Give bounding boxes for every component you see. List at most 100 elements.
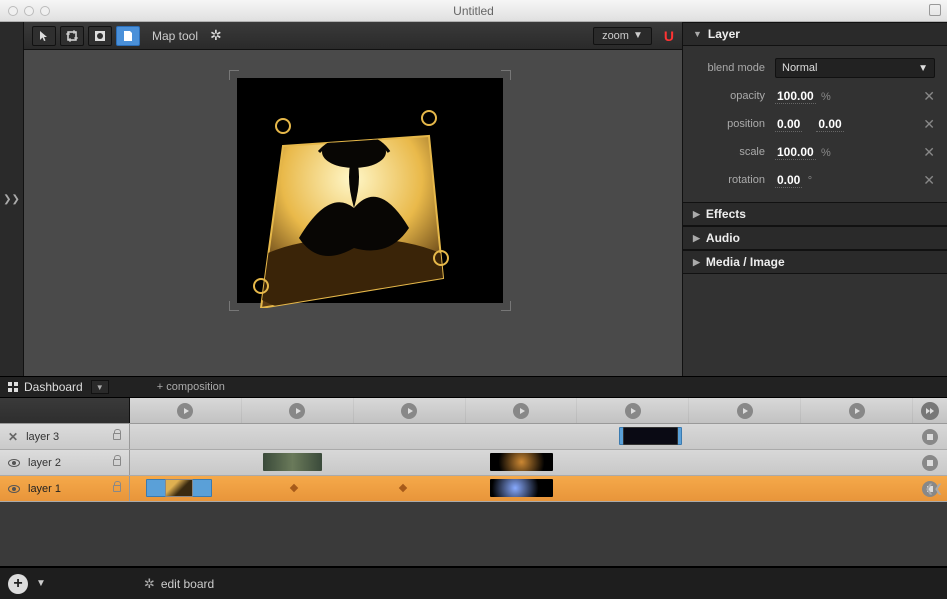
lock-icon[interactable] [113,459,121,466]
window-proxy-icon[interactable] [929,4,941,16]
gear-icon: ✲ [144,576,155,592]
bbox-corner [501,70,511,80]
rotation-row: rotation 0.00 ° ✕ [695,166,935,194]
mapped-layer-image[interactable] [259,118,469,308]
column-play-button[interactable] [577,398,689,423]
traffic-lights [0,6,50,16]
right-panel-toggle[interactable]: ❮❮ [925,482,943,495]
column-play-button[interactable] [689,398,801,423]
track-lane[interactable] [130,476,913,501]
timeline-columns [130,398,913,423]
opacity-unit: % [821,91,831,103]
track-header[interactable]: layer 2 [0,450,130,475]
column-play-button[interactable] [354,398,466,423]
track-stop-button[interactable] [913,450,947,475]
map-tool-button[interactable] [116,26,140,46]
opacity-reset-button[interactable]: ✕ [923,88,935,105]
map-handle-top-right[interactable] [421,110,437,126]
snap-toggle[interactable]: U [664,28,674,44]
map-handle-bottom-left[interactable] [253,278,269,294]
visibility-on-icon[interactable] [8,485,20,493]
rotation-value[interactable]: 0.00 [775,173,802,188]
opacity-value[interactable]: 100.00 [775,89,816,104]
media-panel-header[interactable]: ▶ Media / Image [683,250,947,274]
zoom-window-button[interactable] [40,6,50,16]
effects-panel-header[interactable]: ▶ Effects [683,202,947,226]
scale-reset-button[interactable]: ✕ [923,144,935,161]
crop-tool-button[interactable] [60,26,84,46]
map-handle-top-left[interactable] [275,118,291,134]
document-icon [122,30,134,42]
lock-icon[interactable] [113,433,121,440]
bbox-corner [229,301,239,311]
main-area: ❯❯ Map tool ✲ zoom ▼ [0,22,947,376]
canvas-viewport[interactable] [24,50,682,376]
clip[interactable] [263,453,322,471]
column-play-button[interactable] [242,398,354,423]
position-y-value[interactable]: 0.00 [816,117,843,132]
left-panel-toggle[interactable]: ❯❯ [0,22,24,376]
dashboard-label: Dashboard [24,380,83,394]
layer-panel-header[interactable]: ▼ Layer [683,22,947,46]
scale-unit: % [821,147,831,159]
skip-forward-button[interactable] [913,398,947,423]
scale-value[interactable]: 100.00 [775,145,816,160]
column-play-button[interactable] [130,398,242,423]
column-play-button[interactable] [466,398,578,423]
blend-mode-select[interactable]: Normal ▼ [775,58,935,78]
play-icon [289,403,305,419]
dashboard-dropdown[interactable]: ▼ [91,380,109,394]
stop-icon [922,429,938,445]
select-tool-button[interactable] [32,26,56,46]
lock-icon[interactable] [113,485,121,492]
add-dropdown[interactable]: ▼ [36,578,46,589]
audio-panel-header[interactable]: ▶ Audio [683,226,947,250]
keyframe[interactable] [399,484,407,492]
opacity-row: opacity 100.00 % ✕ [695,82,935,110]
play-icon [849,403,865,419]
track-header[interactable]: layer 1 [0,476,130,501]
zoom-dropdown[interactable]: zoom ▼ [593,27,652,45]
clip[interactable] [490,479,553,497]
position-x-value[interactable]: 0.00 [775,117,802,132]
add-composition-button[interactable]: + composition [157,381,225,393]
mask-tool-button[interactable] [88,26,112,46]
rotation-unit: ° [808,175,812,187]
chevron-down-icon: ▼ [36,578,46,589]
dashboard-tab[interactable]: Dashboard [8,380,83,394]
minimize-window-button[interactable] [24,6,34,16]
magnet-icon: U [664,28,674,44]
disclosure-right-icon: ▶ [693,209,700,220]
timeline-empty-area[interactable] [0,502,947,566]
track-stop-button[interactable] [913,424,947,449]
track-header[interactable]: ✕ layer 3 [0,424,130,449]
panel-title: Effects [706,207,746,221]
layer-panel-body: blend mode Normal ▼ opacity 100.00 % ✕ p… [683,46,947,202]
track-lane[interactable] [130,450,913,475]
visibility-off-icon[interactable]: ✕ [8,430,18,444]
timeline-track-row: layer 1 [0,476,947,502]
clip[interactable] [490,453,553,471]
blend-mode-label: blend mode [695,62,765,74]
play-icon [401,403,417,419]
canvas-frame[interactable] [237,78,503,303]
add-button[interactable]: + [8,574,28,594]
blend-mode-value: Normal [782,62,817,74]
opacity-label: opacity [695,90,765,102]
position-reset-button[interactable]: ✕ [923,116,935,133]
timeline-track-row: layer 2 [0,450,947,476]
map-handle-bottom-right[interactable] [433,250,449,266]
close-window-button[interactable] [8,6,18,16]
keyframe[interactable] [289,484,297,492]
rotation-reset-button[interactable]: ✕ [923,172,935,189]
bbox-corner [229,70,239,80]
track-lane[interactable] [130,424,913,449]
visibility-on-icon[interactable] [8,459,20,467]
canvas-panel: Map tool ✲ zoom ▼ U [24,22,682,376]
timeline-header-row [0,398,947,424]
disclosure-right-icon: ▶ [693,257,700,268]
edit-board-button[interactable]: ✲ edit board [144,576,214,592]
tool-settings-button[interactable]: ✲ [210,27,222,44]
window-title: Untitled [453,4,494,18]
column-play-button[interactable] [801,398,913,423]
